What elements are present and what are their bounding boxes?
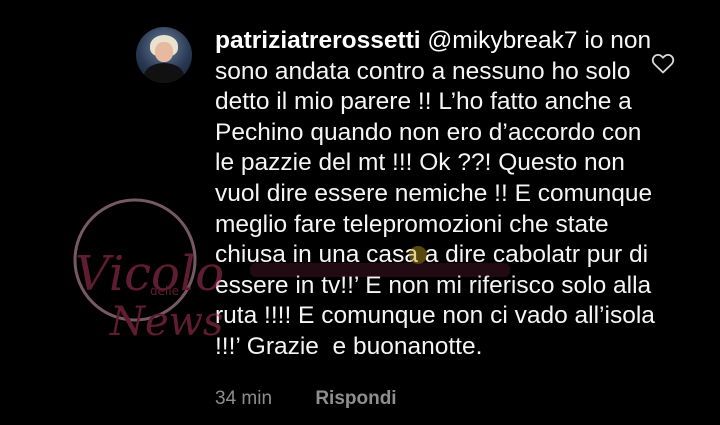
heart-outline-icon[interactable] xyxy=(651,52,675,74)
watermark-text-2: delle xyxy=(150,284,179,298)
comment-message: io non sono andata contro a nessuno ho s… xyxy=(215,27,662,360)
watermark-text-1: Vicolo xyxy=(75,246,224,302)
mention-link[interactable]: @mikybreak7 xyxy=(427,27,577,54)
comment-meta: 34 min Rispondi xyxy=(215,388,397,410)
reply-button[interactable]: Rispondi xyxy=(315,388,396,410)
comment-time: 34 min xyxy=(215,388,273,409)
avatar[interactable] xyxy=(136,27,192,83)
watermark-text-3: News xyxy=(109,299,223,345)
watermark-circle xyxy=(73,198,197,322)
avatar-body xyxy=(144,63,184,83)
comment: patriziatrerossetti @mikybreak7 io non s… xyxy=(0,0,720,425)
comment-text: patriziatrerossetti @mikybreak7 io non s… xyxy=(215,26,655,363)
username-link[interactable]: patriziatrerossetti xyxy=(215,27,421,54)
avatar-face xyxy=(155,42,173,62)
